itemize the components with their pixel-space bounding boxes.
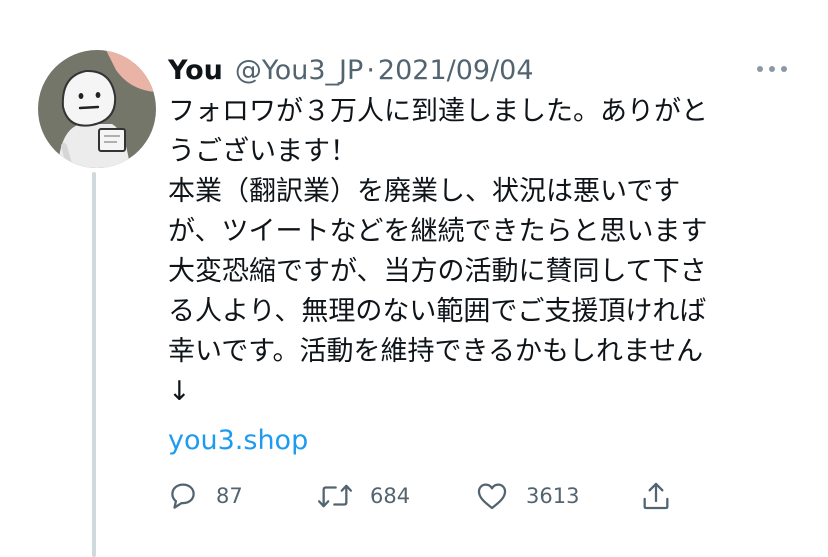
tweet-text-line: る人より、無理のない範囲でご支援頂ければ	[168, 296, 707, 327]
tweet-text: フォロワが３万人に到達しました。ありがと うございます！ 本業（翻訳業）を廃業し…	[168, 92, 818, 461]
tweet-header: You @You3_JP · 2021/09/04	[168, 50, 534, 90]
tweet-text-line: が、ツイートなどを継続できたらと思います	[168, 216, 708, 247]
tweet-text-line: フォロワが３万人に到達しました。ありがと	[168, 96, 708, 127]
tweet-text-line: 幸いです。活動を維持できるかもしれません	[168, 336, 704, 367]
more-options-button[interactable]	[752, 57, 792, 81]
thread-line	[92, 172, 96, 557]
separator-dot: ·	[366, 54, 375, 86]
tweet-text-line: ↓	[168, 376, 191, 407]
retweet-button[interactable]: 684	[316, 479, 474, 513]
tweet-date[interactable]: 2021/09/04	[378, 55, 534, 86]
tweet-text-line: 大変恐縮ですが、当方の活動に賛同して下さ	[168, 256, 707, 287]
share-icon	[643, 482, 669, 510]
avatar[interactable]	[38, 50, 156, 168]
like-button[interactable]: 3613	[474, 479, 639, 513]
like-icon	[477, 483, 507, 510]
tweet[interactable]: You @You3_JP · 2021/09/04 フォロワが３万人に到達しまし…	[0, 0, 828, 557]
reply-count: 87	[216, 484, 243, 508]
share-button[interactable]	[639, 479, 673, 513]
retweet-count: 684	[370, 484, 411, 508]
more-horizontal-icon	[757, 66, 787, 72]
tweet-text-line: うございます！	[168, 136, 357, 167]
author-name[interactable]: You	[168, 55, 223, 86]
reply-icon	[171, 483, 195, 509]
cartoon-face-avatar-icon	[38, 50, 156, 168]
like-count: 3613	[526, 484, 580, 508]
tweet-text-line: 本業（翻訳業）を廃業し、状況は悪いです	[168, 176, 681, 207]
reply-button[interactable]: 87	[166, 479, 316, 513]
author-handle[interactable]: @You3_JP	[235, 55, 363, 86]
tweet-actions: 87 684 3613	[166, 478, 673, 514]
retweet-icon	[318, 484, 352, 508]
tweet-link[interactable]: you3.shop	[168, 421, 818, 461]
